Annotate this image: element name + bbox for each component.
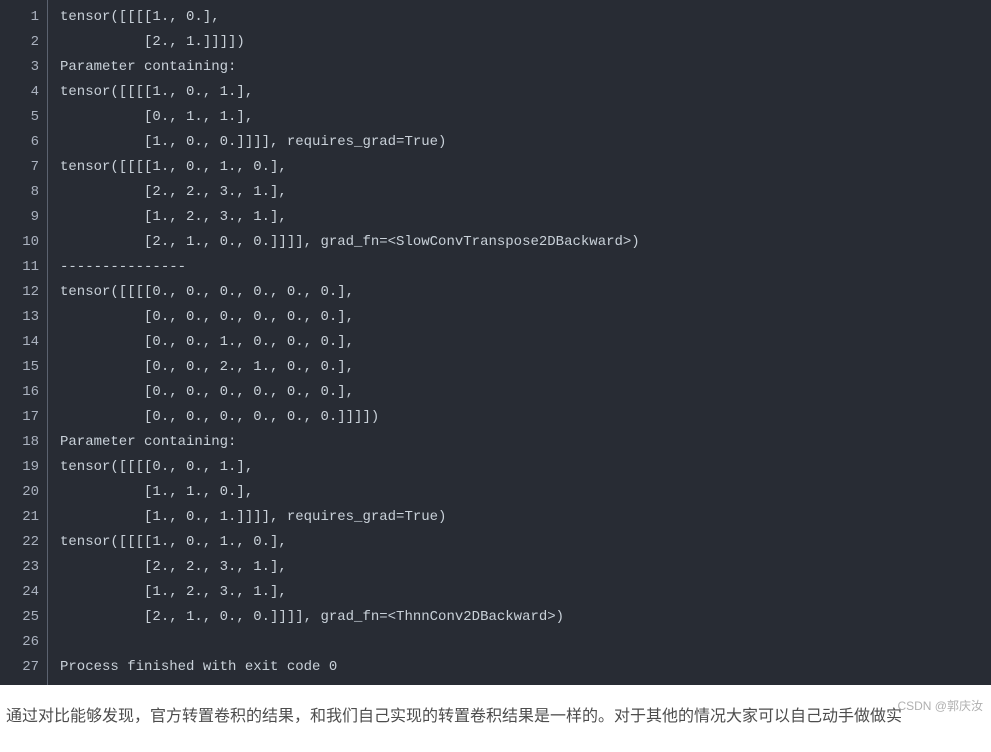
line-number: 7	[0, 155, 39, 180]
line-number-gutter: 1234567891011121314151617181920212223242…	[0, 0, 48, 685]
code-line: [2., 2., 3., 1.],	[60, 555, 991, 580]
code-line: [0., 1., 1.],	[60, 105, 991, 130]
line-number: 5	[0, 105, 39, 130]
watermark-text: CSDN @郭庆汝	[897, 697, 983, 714]
line-number: 9	[0, 205, 39, 230]
code-line: [1., 2., 3., 1.],	[60, 580, 991, 605]
code-line	[60, 630, 991, 655]
line-number: 11	[0, 255, 39, 280]
line-number: 16	[0, 380, 39, 405]
line-number: 24	[0, 580, 39, 605]
code-line: [2., 1.]]]])	[60, 30, 991, 55]
line-number: 15	[0, 355, 39, 380]
code-line: tensor([[[[1., 0., 1., 0.],	[60, 530, 991, 555]
code-line: tensor([[[[0., 0., 1.],	[60, 455, 991, 480]
code-line: [2., 1., 0., 0.]]]], grad_fn=<ThnnConv2D…	[60, 605, 991, 630]
line-number: 2	[0, 30, 39, 55]
line-number: 13	[0, 305, 39, 330]
code-line: Process finished with exit code 0	[60, 655, 991, 680]
code-line: tensor([[[[1., 0., 1., 0.],	[60, 155, 991, 180]
line-number: 23	[0, 555, 39, 580]
line-number: 4	[0, 80, 39, 105]
explanation-paragraph: 通过对比能够发现，官方转置卷积的结果，和我们自己实现的转置卷积结果是一样的。对于…	[0, 685, 991, 732]
code-line: tensor([[[[1., 0.],	[60, 5, 991, 30]
line-number: 3	[0, 55, 39, 80]
line-number: 26	[0, 630, 39, 655]
line-number: 6	[0, 130, 39, 155]
line-number: 22	[0, 530, 39, 555]
code-line: ---------------	[60, 255, 991, 280]
line-number: 25	[0, 605, 39, 630]
code-line: [1., 2., 3., 1.],	[60, 205, 991, 230]
code-line: [1., 0., 0.]]]], requires_grad=True)	[60, 130, 991, 155]
code-line: [0., 0., 0., 0., 0., 0.],	[60, 305, 991, 330]
code-line: [0., 0., 0., 0., 0., 0.]]]])	[60, 405, 991, 430]
line-number: 14	[0, 330, 39, 355]
code-line: [1., 1., 0.],	[60, 480, 991, 505]
line-number: 8	[0, 180, 39, 205]
code-line: Parameter containing:	[60, 55, 991, 80]
line-number: 12	[0, 280, 39, 305]
line-number: 18	[0, 430, 39, 455]
code-line: [0., 0., 0., 0., 0., 0.],	[60, 380, 991, 405]
code-line: Parameter containing:	[60, 430, 991, 455]
line-number: 1	[0, 5, 39, 30]
line-number: 19	[0, 455, 39, 480]
code-line: [2., 1., 0., 0.]]]], grad_fn=<SlowConvTr…	[60, 230, 991, 255]
code-line: [0., 0., 1., 0., 0., 0.],	[60, 330, 991, 355]
code-line: [0., 0., 2., 1., 0., 0.],	[60, 355, 991, 380]
line-number: 20	[0, 480, 39, 505]
line-number: 27	[0, 655, 39, 680]
code-block: 1234567891011121314151617181920212223242…	[0, 0, 991, 685]
line-number: 21	[0, 505, 39, 530]
code-line: tensor([[[[0., 0., 0., 0., 0., 0.],	[60, 280, 991, 305]
code-content[interactable]: tensor([[[[1., 0.], [2., 1.]]]])Paramete…	[48, 0, 991, 685]
code-line: [1., 0., 1.]]]], requires_grad=True)	[60, 505, 991, 530]
code-line: [2., 2., 3., 1.],	[60, 180, 991, 205]
line-number: 17	[0, 405, 39, 430]
code-line: tensor([[[[1., 0., 1.],	[60, 80, 991, 105]
line-number: 10	[0, 230, 39, 255]
